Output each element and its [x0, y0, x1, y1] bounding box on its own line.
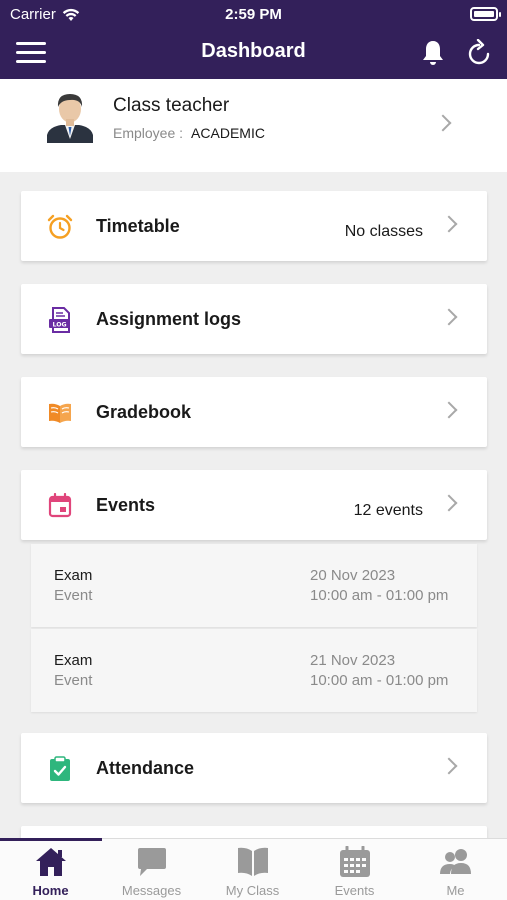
status-bar: Carrier 2:59 PM [0, 0, 507, 28]
assignment-logs-label: Assignment logs [96, 309, 242, 329]
events-label: Events [96, 495, 156, 515]
tab-label: Messages [121, 883, 182, 898]
events-card[interactable]: Events 12 events [21, 470, 487, 540]
profile-name: Class teacher [113, 95, 230, 116]
refresh-icon[interactable] [466, 39, 492, 67]
chevron-right-icon [443, 215, 455, 235]
top-app-bar: Carrier 2:59 PM Dashboard [0, 0, 507, 79]
chevron-right-icon [443, 401, 455, 421]
gradebook-card[interactable]: Gradebook [21, 377, 487, 447]
event-list-item[interactable]: Exam Event 20 Nov 2023 10:00 am - 01:00 … [31, 544, 477, 627]
event-time: 10:00 am - 01:00 pm [310, 672, 449, 689]
chevron-right-icon [443, 757, 455, 777]
chevron-right-icon [443, 494, 455, 514]
role-label: Employee : [113, 125, 184, 141]
chevron-right-icon [437, 114, 449, 134]
assignment-logs-card[interactable]: LOG Assignment logs [21, 284, 487, 354]
timetable-card[interactable]: Timetable No classes [21, 191, 487, 261]
bell-icon[interactable] [420, 39, 446, 67]
event-list-item[interactable]: Exam Event 21 Nov 2023 10:00 am - 01:00 … [31, 629, 477, 712]
timetable-value: No classes [344, 223, 423, 240]
nav-row: Dashboard [0, 28, 507, 79]
chat-bubble-icon [138, 848, 166, 876]
calendar-icon [48, 493, 72, 518]
people-icon [440, 849, 471, 874]
book-icon [238, 847, 268, 876]
tab-events[interactable]: Events [304, 839, 405, 900]
battery-icon [470, 7, 501, 21]
tab-label: Home [32, 883, 69, 898]
event-title: Exam [54, 567, 93, 584]
tab-home[interactable]: Home [0, 839, 101, 900]
calendar-icon [340, 846, 370, 877]
event-date: 21 Nov 2023 [310, 652, 396, 669]
open-book-icon [49, 403, 71, 423]
tab-messages[interactable]: Messages [101, 839, 202, 900]
bottom-tab-bar: Home Messages My Class Events Me [0, 838, 507, 900]
tab-label: Me [446, 883, 465, 898]
tab-my-class[interactable]: My Class [202, 839, 303, 900]
role-value: ACADEMIC [191, 125, 265, 141]
gradebook-label: Gradebook [96, 402, 192, 422]
attendance-label: Attendance [96, 758, 195, 778]
clipboard-check-icon [50, 756, 70, 781]
event-type: Event [54, 587, 93, 604]
status-time: 2:59 PM [225, 6, 282, 23]
event-date: 20 Nov 2023 [310, 567, 396, 584]
events-count: 12 events [353, 502, 423, 519]
event-title: Exam [54, 652, 93, 669]
timetable-label: Timetable [96, 216, 180, 236]
alarm-clock-icon [47, 214, 73, 239]
attendance-card[interactable]: Attendance [21, 733, 487, 803]
avatar [47, 94, 93, 143]
svg-text:LOG: LOG [52, 321, 66, 328]
chevron-right-icon [443, 308, 455, 328]
profile-role: Employee : ACADEMIC [113, 125, 265, 141]
profile-card[interactable]: Class teacher Employee : ACADEMIC [0, 79, 507, 172]
tab-me[interactable]: Me [405, 839, 506, 900]
log-file-icon: LOG [49, 307, 70, 333]
home-icon [36, 848, 66, 876]
event-time: 10:00 am - 01:00 pm [310, 587, 449, 604]
event-type: Event [54, 672, 93, 689]
tab-label: Events [334, 883, 375, 898]
tab-label: My Class [225, 883, 280, 898]
